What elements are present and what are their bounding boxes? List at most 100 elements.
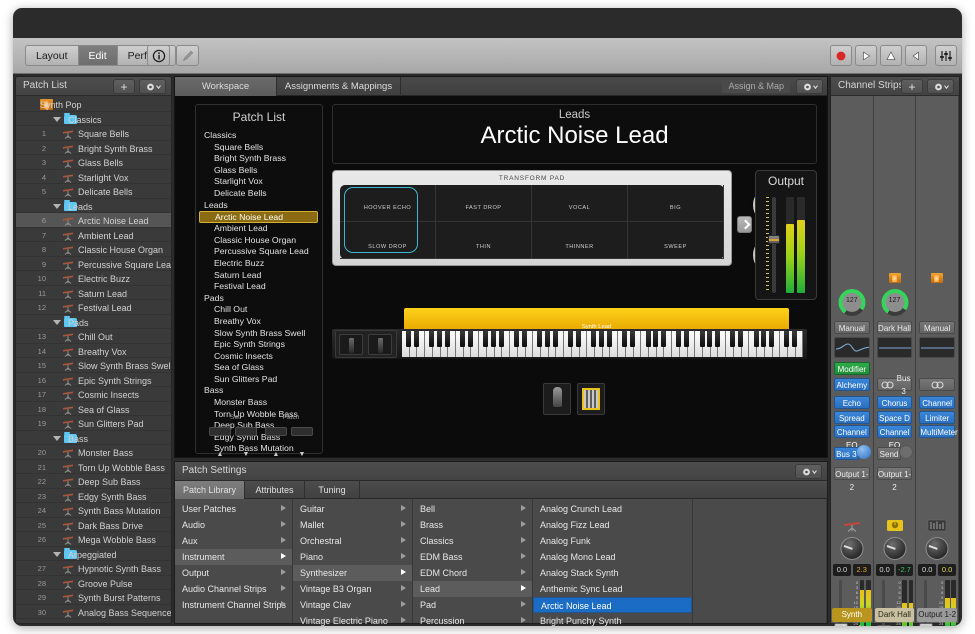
channel-strip[interactable]: 127Dark HallBus 3ChorusSpace DChannel EQ… [874,96,917,623]
disclosure-triangle-icon[interactable] [53,204,61,209]
disclosure-triangle-icon[interactable] [53,436,61,441]
patch-list-group-leads[interactable]: Leads [16,199,171,214]
piano-black-key[interactable] [437,331,442,347]
stage-patch-selected[interactable]: Arctic Noise Lead [199,211,318,223]
stage-patch-entry[interactable]: Breathy Vox [196,316,322,328]
channel-strip[interactable]: 127ManualModifierAlchemyEchoSpreadChanne… [831,96,874,623]
library-item[interactable]: Audio [175,517,292,533]
piano-white-key[interactable] [487,331,495,357]
patch-list-item[interactable]: 19Sun Glitters Pad [16,416,171,431]
piano-black-key[interactable] [700,331,705,347]
mode-layout-button[interactable]: Layout [25,45,78,66]
send-slot-button[interactable]: Send [877,447,902,460]
patch-list-item[interactable]: 11Saturn Lead [16,286,171,301]
disclosure-triangle-icon[interactable] [53,117,61,122]
library-item[interactable]: Vintage B3 Organ [293,581,412,597]
set-prev-button[interactable] [209,427,231,436]
piano-black-key[interactable] [653,331,658,347]
patch-up-arrow[interactable]: ▲ [265,451,287,458]
set-up-arrow[interactable]: ▲ [209,451,231,458]
piano-white-key[interactable] [587,331,595,357]
expression-pedal[interactable] [543,383,571,415]
library-item[interactable]: Arctic Noise Lead [533,597,692,613]
library-item[interactable]: Vintage Clav [293,597,412,613]
patch-list-item[interactable]: 26Mega Wobble Bass [16,532,171,547]
sustain-pedal[interactable] [577,383,605,415]
piano-black-key[interactable] [769,331,774,347]
library-item[interactable]: Output [175,565,292,581]
transform-pad-cell[interactable]: THINNER [532,222,628,259]
piano-black-key[interactable] [553,331,558,347]
library-item[interactable]: EDM Bass [413,549,532,565]
volume-value[interactable]: -2.7 [896,564,914,576]
stage-patch-entry[interactable]: Delicate Bells [196,188,322,200]
patch-list-item[interactable]: 9Percussive Square Lead [16,257,171,272]
transform-pad-cell[interactable]: SWEEP [628,222,724,259]
patch-list-item[interactable]: 25Dark Bass Drive [16,518,171,533]
channel-strip-name[interactable]: Dark Hall [875,608,915,622]
library-item[interactable]: Bell [413,501,532,517]
tab-attributes[interactable]: Attributes [245,481,305,499]
pan-knob[interactable] [840,537,863,560]
stage-patch-entry[interactable]: Classics [196,130,322,142]
patch-list-item[interactable]: 12Festival Lead [16,300,171,315]
patch-list-set[interactable]: Synth Pop [16,97,171,112]
patch-list-item[interactable]: 22Deep Sub Bass [16,474,171,489]
level-gauge[interactable]: 127 [881,289,908,316]
piano-black-key[interactable] [429,331,434,347]
library-item[interactable]: Synthesizer [293,565,412,581]
piano-white-key[interactable] [433,331,441,357]
stage-patch-entry[interactable]: Sun Glitters Pad [196,374,322,386]
piano-black-key[interactable] [499,331,504,347]
stage-patch-entry[interactable]: Pads [196,293,322,305]
stage-patch-entry[interactable]: Ambient Lead [196,223,322,235]
piano-black-key[interactable] [715,331,720,347]
eq-curve-display[interactable] [919,337,955,358]
stage-patch-entry[interactable]: Square Bells [196,142,322,154]
piano-white-key[interactable] [510,331,518,357]
chevron-right-icon[interactable] [737,216,752,233]
patch-list-item[interactable]: 24Synth Bass Mutation [16,503,171,518]
effect-slot-button[interactable]: Echo [834,396,870,409]
library-item[interactable]: Analog Funk [533,533,692,549]
piano-black-key[interactable] [591,331,596,347]
library-item[interactable]: Bright Punchy Synth [533,613,692,626]
library-item[interactable]: Mallet [293,517,412,533]
stage-patch-entry[interactable]: Chill Out [196,304,322,316]
patch-list-item[interactable]: 29Synth Burst Patterns [16,590,171,605]
add-channel-strip-button[interactable]: + [901,79,923,94]
piano-black-key[interactable] [599,331,604,347]
library-item[interactable]: Audio Channel Strips [175,581,292,597]
piano-white-key[interactable] [749,331,757,357]
library-item[interactable]: User Patches [175,501,292,517]
patch-list-item[interactable]: 10Electric Buzz [16,271,171,286]
stage-patch-list[interactable]: Patch List ClassicsSquare BellsBright Sy… [195,104,323,454]
piano-black-key[interactable] [738,331,743,347]
metronome-icon[interactable] [905,45,927,66]
stage-patch-entry[interactable]: Slow Synth Brass Swell [196,328,322,340]
piano-white-key[interactable] [780,331,788,357]
fader-handle[interactable] [877,625,891,626]
patch-list-group-pads[interactable]: Pads [16,315,171,330]
tab-tuning[interactable]: Tuning [305,481,360,499]
disclosure-triangle-icon[interactable] [53,552,61,557]
stage-patch-entry[interactable]: Starlight Vox [196,176,322,188]
effect-slot-button[interactable]: Space D [877,411,913,424]
library-item[interactable]: Classics [413,533,532,549]
patch-list-group-arpeggiated[interactable]: Arpeggiated [16,547,171,562]
setting-button[interactable]: Dark Hall [877,321,913,334]
patch-down-arrow[interactable]: ▼ [291,451,313,458]
transform-pad-grid[interactable]: HOOVER ECHOFAST DROPVOCALBIGSLOW DROPTHI… [340,185,724,259]
library-item[interactable]: Piano [293,549,412,565]
effect-slot-button[interactable]: Chorus [877,396,913,409]
library-item[interactable]: Guitar [293,501,412,517]
piano-black-key[interactable] [784,331,789,347]
add-patch-button[interactable]: + [113,79,135,94]
sends-row[interactable] [919,378,955,391]
stage-patch-entry[interactable]: Saturn Lead [196,270,322,282]
stage-patch-entry[interactable]: Classic House Organ [196,235,322,247]
patch-list-item[interactable]: 14Breathy Vox [16,344,171,359]
library-item[interactable]: Pad [413,597,532,613]
piano-white-key[interactable] [726,331,734,357]
patch-list-item[interactable]: 2Bright Synth Brass [16,141,171,156]
